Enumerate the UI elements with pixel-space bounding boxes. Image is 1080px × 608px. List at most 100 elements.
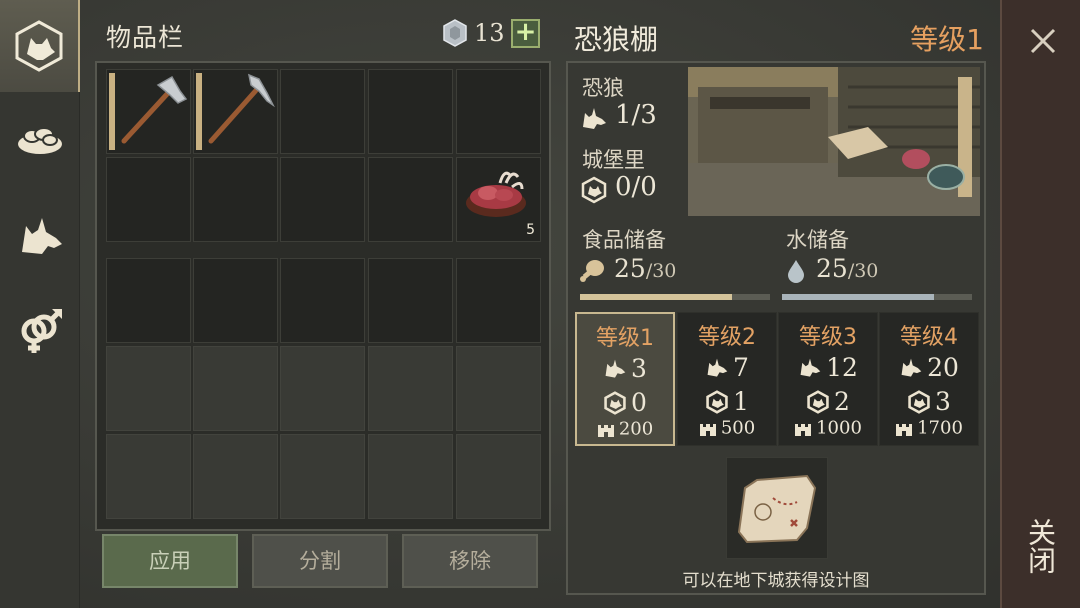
water-bar [782, 294, 972, 300]
level-card-1[interactable]: 等级1 3 0 200 [575, 312, 675, 446]
inventory-slot[interactable] [456, 258, 541, 343]
wolves-count: 1/3 [615, 100, 657, 130]
level-title: 等级3 [799, 325, 857, 350]
inventory-slot[interactable] [456, 69, 541, 154]
inventory-slot[interactable] [280, 258, 365, 343]
level-cost: 1700 [880, 417, 978, 439]
water-bar-fill [782, 294, 934, 300]
level-castle-value: 3 [935, 387, 951, 416]
locked-slot [368, 346, 453, 431]
water-max: /30 [847, 260, 879, 282]
nav-tab-food[interactable] [0, 92, 80, 184]
level-card-2[interactable]: 等级2 7 1 500 [677, 312, 777, 446]
meat-drumstick-icon [580, 260, 604, 282]
nav-tab-wolves[interactable] [0, 190, 80, 282]
food-current: 25 [614, 254, 646, 283]
inventory-slot-meat[interactable]: 5 [456, 157, 541, 242]
level-cost-value: 1000 [816, 417, 862, 439]
locked-slot [456, 346, 541, 431]
level-wolves-value: 7 [733, 353, 749, 382]
close-column[interactable]: 关闭 [1000, 0, 1080, 608]
wolf-icon [22, 218, 62, 254]
level-card-4[interactable]: 等级4 20 3 1700 [879, 312, 979, 446]
water-value: 25/30 [816, 254, 878, 283]
level-title: 等级1 [596, 326, 654, 351]
locked-slot [193, 346, 278, 431]
add-coins-button[interactable]: + [511, 19, 540, 48]
wolf-badge-icon [706, 389, 728, 414]
castle-icon [597, 425, 614, 437]
water-label: 水储备 [786, 228, 849, 252]
water-drop-icon [788, 260, 804, 283]
inventory-title: 物品栏 [106, 23, 185, 52]
food-max: /30 [645, 260, 677, 282]
locked-slot [193, 434, 278, 519]
wolf-icon [605, 359, 626, 378]
remove-button[interactable]: 移除 [402, 534, 538, 588]
food-bowl-icon [18, 127, 62, 154]
castle-label: 城堡里 [582, 148, 645, 172]
inventory-slot[interactable] [106, 157, 191, 242]
inventory-slot[interactable] [193, 157, 278, 242]
inventory-slot[interactable] [193, 258, 278, 343]
castle-icon [896, 424, 913, 436]
level-card-3[interactable]: 等级3 12 2 1000 [778, 312, 878, 446]
item-quantity: 5 [526, 222, 535, 238]
castle-icon [699, 424, 716, 436]
close-icon[interactable] [1026, 24, 1060, 58]
inventory-slot[interactable] [280, 69, 365, 154]
food-label: 食品储备 [582, 228, 666, 252]
level-wolves: 20 [880, 351, 978, 382]
wolf-badge-icon [581, 176, 607, 204]
blueprint-caption: 可以在地下城获得设计图 [682, 571, 870, 591]
nav-tab-pen[interactable] [0, 0, 80, 92]
castle-count: 0/0 [615, 172, 657, 202]
locked-slot [280, 346, 365, 431]
blueprint-slot[interactable] [726, 457, 828, 559]
wolf-badge-icon [807, 389, 829, 414]
level-castle: 3 [880, 385, 978, 416]
inventory-slot[interactable] [106, 258, 191, 343]
split-button[interactable]: 分割 [252, 534, 388, 588]
inventory-slot[interactable] [368, 157, 453, 242]
food-bar-fill [580, 294, 732, 300]
level-wolves: 3 [577, 352, 673, 383]
wolf-badge-icon [908, 389, 930, 414]
wolf-icon [707, 358, 728, 377]
wolf-icon [800, 358, 821, 377]
inventory-slot-pickaxe[interactable] [193, 69, 278, 154]
level-title: 等级4 [900, 325, 958, 350]
locked-slot [106, 346, 191, 431]
level-cost-value: 200 [618, 418, 654, 440]
wolves-label: 恐狼 [582, 76, 624, 100]
wolf-badge-icon [604, 390, 626, 415]
locked-slot [280, 434, 365, 519]
building-title: 恐狼棚 [574, 23, 659, 56]
food-value: 25/30 [614, 254, 676, 283]
castle-icon [795, 424, 812, 436]
inventory-slot-hatchet[interactable] [106, 69, 191, 154]
level-castle: 2 [779, 385, 877, 416]
level-cost-value: 1700 [917, 417, 963, 439]
level-wolves-value: 12 [826, 353, 858, 382]
inventory-slot[interactable] [368, 69, 453, 154]
apply-button[interactable]: 应用 [102, 534, 238, 588]
coin-count: 13 [474, 19, 505, 47]
inventory-slot[interactable] [280, 157, 365, 242]
close-label[interactable]: 关闭 [1024, 518, 1060, 574]
wolf-icon [583, 108, 606, 129]
nav-tab-breeding[interactable] [0, 285, 80, 377]
inventory-slot[interactable] [368, 258, 453, 343]
blueprint-map-icon [737, 474, 817, 544]
hatchet-icon [121, 75, 188, 144]
level-wolves: 12 [779, 351, 877, 382]
level-castle-value: 2 [834, 387, 850, 416]
level-wolves-value: 20 [927, 353, 959, 382]
building-preview-image [688, 67, 980, 216]
level-wolves: 7 [678, 351, 776, 382]
level-castle: 1 [678, 385, 776, 416]
building-level: 等级1 [910, 23, 984, 56]
wolf-icon [901, 358, 922, 377]
pickaxe-icon [208, 73, 275, 144]
gender-icon [21, 309, 62, 353]
